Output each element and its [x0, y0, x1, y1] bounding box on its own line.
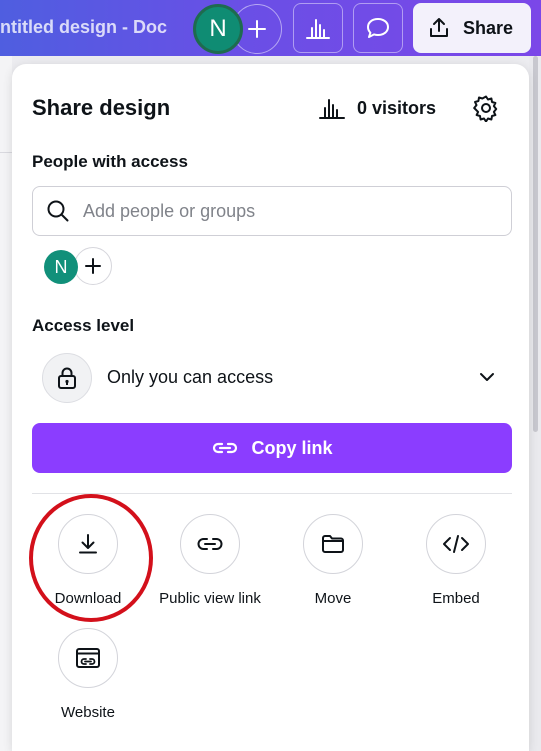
lock-icon-container — [42, 353, 92, 403]
share-panel: Share design 0 visitors People with acce… — [12, 64, 529, 751]
document-title[interactable]: ntitled design - Doc — [0, 17, 167, 38]
visitors-count: 0 visitors — [357, 97, 437, 118]
add-member-button[interactable] — [74, 247, 112, 285]
move-option-circle — [303, 514, 363, 574]
scrollbar-track[interactable] — [529, 56, 541, 751]
panel-title: Share design — [32, 95, 171, 120]
website-option-label: Website — [61, 704, 115, 721]
move-option-label: Move — [314, 590, 352, 607]
plus-icon — [248, 20, 266, 38]
folder-icon — [322, 535, 344, 553]
settings-button[interactable] — [472, 94, 500, 122]
download-option[interactable]: Download — [27, 514, 149, 607]
access-level-value: Only you can access — [107, 367, 274, 387]
share-button-label: Share — [463, 17, 514, 38]
comments-button[interactable] — [353, 3, 403, 53]
insights-button[interactable] — [293, 3, 343, 53]
download-icon — [79, 534, 97, 554]
access-level-label: Access level — [32, 316, 135, 335]
public-view-link-option-label: Public view link — [159, 590, 261, 607]
website-icon — [76, 648, 100, 668]
user-avatar[interactable]: N — [193, 4, 243, 54]
download-option-circle — [58, 514, 118, 574]
link-icon — [213, 442, 238, 454]
search-icon — [47, 200, 69, 222]
chevron-down-icon — [480, 373, 494, 381]
public-view-link-option-circle — [180, 514, 240, 574]
member-avatar[interactable]: N — [44, 250, 78, 284]
scrollbar-thumb[interactable] — [533, 56, 538, 432]
gear-icon — [473, 95, 498, 122]
people-with-access-label: People with access — [32, 152, 188, 171]
move-option[interactable]: Move — [272, 514, 394, 607]
lock-icon — [58, 367, 76, 389]
link-icon — [197, 538, 223, 550]
upload-icon — [430, 18, 448, 37]
public-view-link-option[interactable]: Public view link — [149, 514, 271, 607]
bar-chart-icon — [319, 99, 345, 119]
editor-background — [0, 56, 12, 751]
code-icon — [443, 535, 469, 553]
access-level-dropdown[interactable]: Only you can access — [32, 350, 512, 406]
plus-icon — [85, 258, 101, 274]
embed-option-circle — [426, 514, 486, 574]
divider — [32, 493, 512, 494]
people-search-input[interactable] — [83, 200, 511, 222]
download-option-label: Download — [54, 590, 122, 607]
embed-option[interactable]: Embed — [395, 514, 517, 607]
website-option[interactable]: Website — [27, 628, 149, 721]
bar-chart-icon — [306, 19, 330, 39]
people-search-field[interactable] — [32, 186, 512, 236]
copy-link-label: Copy link — [251, 437, 333, 458]
comment-icon — [367, 18, 389, 38]
embed-option-label: Embed — [432, 590, 480, 607]
editor-topbar: ntitled design - Doc N Share — [0, 0, 541, 56]
copy-link-button[interactable]: Copy link — [32, 423, 512, 473]
share-button[interactable]: Share — [413, 3, 531, 53]
website-option-circle — [58, 628, 118, 688]
visitors-button[interactable]: 0 visitors — [319, 97, 436, 119]
